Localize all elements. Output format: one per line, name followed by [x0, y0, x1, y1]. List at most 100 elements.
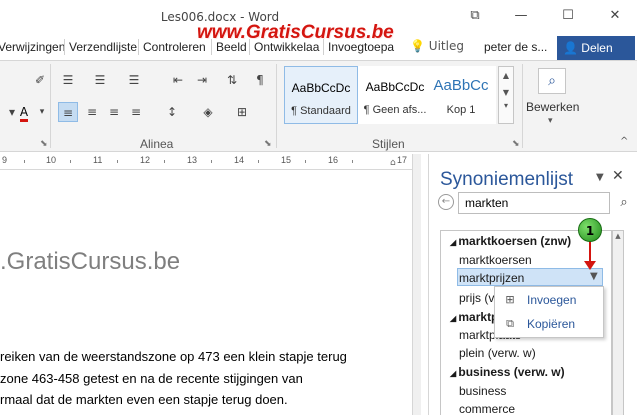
right-indent-marker-icon[interactable]: ⌂	[390, 158, 396, 168]
decrease-indent-icon[interactable]: ⇤	[168, 70, 188, 90]
pane-title: Synoniemenlijst	[440, 169, 574, 190]
ruler-number: 11	[93, 155, 103, 165]
search-input[interactable]: markten	[458, 192, 610, 214]
show-formatting-marks-icon[interactable]: ¶	[250, 70, 270, 90]
document-heading[interactable]: .GratisCursus.be	[0, 248, 180, 276]
borders-icon[interactable]: ⊞	[232, 102, 252, 122]
close-pane-icon[interactable]: ✕	[612, 168, 624, 184]
styles-group-label: Stijlen	[372, 137, 405, 151]
pane-options-icon[interactable]: ▼	[596, 172, 604, 183]
synonym-item[interactable]: business	[459, 384, 506, 398]
synonym-item[interactable]: commerce	[459, 402, 515, 416]
synonym-heading-label: marktp	[458, 310, 499, 324]
ruler-number: 9	[2, 155, 8, 165]
style-sample: AaBbCcDc	[291, 81, 351, 95]
minimize-button[interactable]: —	[508, 6, 534, 26]
style-name: Kop 1	[446, 104, 476, 116]
sort-icon[interactable]: ⇅	[222, 70, 242, 90]
ruler-tick	[117, 160, 118, 163]
synonym-heading[interactable]: ◢ marktkoersen (znw)	[450, 234, 571, 248]
horizontal-ruler[interactable]: 9 10 11 12 13 14 15 16 17 ⌂	[0, 154, 420, 170]
ruler-tick	[24, 160, 25, 163]
increase-indent-icon[interactable]: ⇥	[192, 70, 212, 90]
styles-gallery-scroll[interactable]: ▲ ▼ ▾	[498, 66, 514, 124]
ruler-number: 10	[46, 155, 57, 165]
ruler-tick	[70, 160, 71, 163]
search-value: markten	[465, 196, 509, 210]
tell-me-label: Uitleg	[428, 39, 464, 53]
close-window-button[interactable]: ✕	[602, 6, 628, 26]
ruler-tick	[211, 160, 212, 163]
ruler-tick	[258, 160, 259, 163]
person-icon: 👤	[563, 41, 578, 55]
paragraph-dialog-launcher-icon[interactable]: ⬊	[264, 139, 272, 149]
align-center-icon[interactable]: ≡	[82, 102, 102, 122]
justify-icon[interactable]: ≡	[126, 102, 146, 122]
more-styles-icon: ▾	[503, 101, 508, 110]
document-text-line[interactable]: rmaal dat de markten even een stapje ter…	[0, 392, 288, 407]
annotation-arrowhead	[584, 261, 596, 270]
tab-separator	[138, 39, 139, 55]
insert-icon: ⊞	[505, 293, 515, 306]
align-left-icon[interactable]: ≡	[58, 102, 78, 122]
ruler-number: 15	[281, 155, 292, 165]
group-separator	[50, 64, 51, 148]
align-right-icon[interactable]: ≡	[104, 102, 124, 122]
insert-menu-item[interactable]: Invoegen	[527, 293, 576, 307]
user-name[interactable]: peter de s...	[484, 40, 547, 54]
ruler-tick	[305, 160, 306, 163]
styles-dialog-launcher-icon[interactable]: ⬊	[512, 139, 520, 149]
chevron-down-icon[interactable]: ▾	[32, 102, 52, 122]
back-arrow-icon[interactable]: ←	[438, 194, 454, 210]
ruler-number: 14	[234, 155, 245, 165]
style-sample: AaBbCcDc	[365, 80, 425, 94]
style-heading-1[interactable]: AaBbCc Kop 1	[426, 66, 496, 124]
font-dialog-launcher-icon[interactable]: ⬊	[40, 139, 48, 149]
copy-menu-item[interactable]: Kopiëren	[527, 317, 575, 331]
chevron-down-icon: ▾	[548, 116, 553, 126]
context-menu: ⊞ Invoegen ⧉ Kopiëren	[494, 286, 604, 338]
share-button[interactable]: 👤 Delen	[557, 36, 635, 60]
synonym-item[interactable]: plein (verw. w)	[459, 346, 536, 360]
shading-icon[interactable]: ◈	[198, 102, 218, 122]
multilevel-list-icon[interactable]: ☰	[124, 70, 144, 90]
search-icon[interactable]: ⌕	[614, 192, 634, 214]
collapse-ribbon-icon[interactable]: ^	[620, 136, 628, 147]
ruler-number: 17	[397, 155, 408, 165]
share-label: Delen	[581, 41, 613, 55]
synonym-heading-label: business (verw. w)	[458, 365, 565, 379]
paragraph-group-label: Alinea	[140, 137, 174, 151]
font-color-button[interactable]: A	[14, 102, 34, 122]
synonym-heading[interactable]: ◢ marktp	[450, 310, 498, 324]
synonym-item[interactable]: marktkoersen	[459, 253, 532, 267]
synonym-item-selected[interactable]: marktprijzen	[459, 271, 524, 285]
watermark-logo: www.GratisCursus.be	[197, 22, 394, 43]
synonym-list-scrollbar[interactable]: ▲	[612, 230, 624, 415]
ruler-tick	[352, 160, 353, 163]
maximize-button[interactable]: ☐	[555, 6, 581, 26]
style-sample: AaBbCc	[433, 77, 489, 94]
tab-mailings[interactable]: Verzendlijste	[69, 40, 137, 54]
style-normal[interactable]: AaBbCcDc ¶ Standaard	[284, 66, 358, 124]
ribbon-display-options-button[interactable]: ⧉	[462, 6, 488, 26]
numbering-icon[interactable]: ☰	[90, 70, 110, 90]
document-text-line[interactable]: zone 463-458 getest en na de recente sti…	[0, 371, 303, 386]
synonym-heading-label: marktkoersen (znw)	[458, 234, 572, 248]
synonym-heading[interactable]: ◢ business (verw. w)	[450, 365, 565, 379]
ruler-tick	[164, 160, 165, 163]
chevron-up-icon: ▲	[615, 232, 621, 240]
document-scrollbar[interactable]	[412, 154, 421, 415]
group-separator	[522, 64, 523, 148]
ruler-number: 12	[140, 155, 151, 165]
synonym-item[interactable]: prijs (v	[459, 291, 494, 305]
tell-me-box[interactable]: 💡 Uitleg	[410, 39, 464, 53]
tab-references[interactable]: Verwijzingen	[0, 40, 65, 54]
item-dropdown-icon[interactable]: ▼	[590, 271, 598, 282]
search-icon[interactable]: ⌕	[538, 68, 566, 94]
bullets-icon[interactable]: ☰	[58, 70, 78, 90]
line-spacing-icon[interactable]: ↕	[162, 102, 182, 122]
style-no-spacing[interactable]: AaBbCcDc ¶ Geen afs...	[358, 66, 432, 124]
clear-formatting-icon[interactable]: ✐	[30, 70, 50, 90]
document-text-line[interactable]: reiken van de weerstandszone op 473 een …	[0, 349, 347, 364]
editing-button[interactable]: Bewerken	[526, 100, 579, 114]
